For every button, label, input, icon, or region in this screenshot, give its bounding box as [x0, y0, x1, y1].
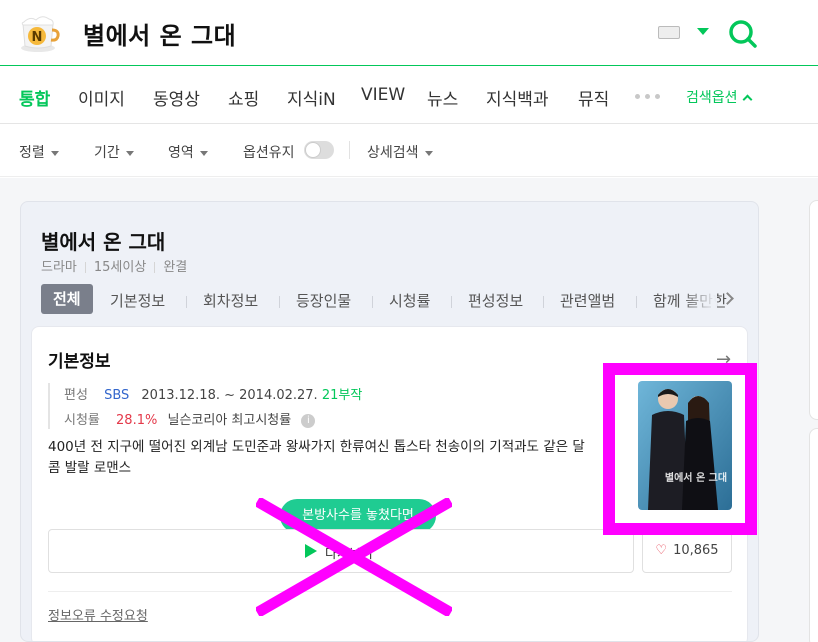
drama-meta: 드라마 15세이상 완결 [41, 256, 187, 275]
subtab-albums[interactable]: 관련앨범 [560, 290, 615, 311]
side-panel [809, 428, 818, 642]
svg-text:N: N [32, 30, 43, 45]
rating-note: 닐슨코리아 최고시청률 [167, 413, 292, 428]
subtab-schedule[interactable]: 편성정보 [468, 290, 523, 311]
search-header: N 별에서 온 그대 [0, 0, 818, 66]
area-dropdown[interactable]: 영역 [168, 142, 208, 162]
drama-title[interactable]: 별에서 온 그대 [41, 226, 165, 255]
tab-encyclopedia[interactable]: 지식백과 [486, 85, 549, 110]
subtab-all[interactable]: 전체 [41, 284, 93, 314]
subtab-cast[interactable]: 등장인물 [296, 290, 351, 311]
advanced-search-label: 상세검색 [367, 145, 419, 161]
search-options-toggle[interactable]: 검색옵션 [686, 87, 752, 107]
episode-count: 21부작 [321, 388, 363, 403]
period-dropdown[interactable]: 기간 [94, 142, 134, 162]
subtab-basic-info[interactable]: 기본정보 [110, 290, 165, 311]
caret-down-icon [125, 150, 134, 156]
sort-label: 정렬 [19, 145, 45, 161]
highlight-box [603, 363, 757, 535]
side-panel [809, 200, 818, 420]
tab-news[interactable]: 뉴스 [427, 85, 458, 110]
subtab-ratings[interactable]: 시청률 [389, 290, 430, 311]
network-link[interactable]: SBS [104, 388, 129, 403]
filter-bar: 정렬 기간 영역 옵션유지 상세검색 [0, 125, 818, 177]
filter-divider [349, 141, 350, 159]
tab-view[interactable]: VIEW [361, 85, 405, 105]
more-tabs-icon[interactable] [635, 94, 660, 99]
meta-status: 완결 [163, 260, 188, 275]
search-query[interactable]: 별에서 온 그대 [83, 16, 236, 51]
broadcast-row: 편성 SBS 2013.12.18. ~ 2014.02.27. 21부작 [64, 384, 362, 403]
meta-age-rating: 15세이상 [93, 260, 147, 275]
tab-shopping[interactable]: 쇼핑 [228, 85, 259, 110]
advanced-search-dropdown[interactable]: 상세검색 [367, 142, 433, 162]
toggle-knob [305, 142, 321, 158]
naver-logo-icon[interactable]: N [16, 10, 60, 54]
cross-mark-icon [256, 498, 452, 616]
rating-value: 28.1% [116, 413, 158, 428]
meta-genre: 드라마 [41, 260, 77, 275]
tab-videos[interactable]: 동영상 [153, 85, 200, 110]
tab-music[interactable]: 뮤직 [578, 85, 609, 110]
info-icon[interactable]: i [301, 413, 316, 428]
subtab-episodes[interactable]: 회차정보 [203, 290, 258, 311]
broadcast-label: 편성 [64, 388, 88, 403]
keep-options-toggle[interactable] [304, 141, 334, 159]
synopsis: 400년 전 지구에 떨어진 외계남 도민준과 왕싸가지 한류여신 톱스타 천송… [48, 439, 585, 476]
like-count: 10,865 [673, 543, 719, 558]
sort-dropdown[interactable]: 정렬 [19, 142, 59, 162]
caret-down-icon [424, 150, 433, 156]
info-left-bar [48, 383, 50, 429]
period-label: 기간 [94, 145, 120, 161]
chevron-up-icon [742, 94, 752, 105]
area-label: 영역 [168, 145, 194, 161]
like-button[interactable]: ♡ 10,865 [642, 529, 732, 573]
caret-down-icon [50, 150, 59, 156]
rating-row: 시청률 28.1% 닐슨코리아 최고시청률 i [64, 409, 316, 428]
broadcast-dates: 2013.12.18. ~ 2014.02.27. [141, 388, 318, 403]
rating-label: 시청률 [64, 413, 100, 428]
tab-images[interactable]: 이미지 [78, 85, 125, 110]
tab-integrated[interactable]: 통합 [19, 85, 50, 110]
basic-info-title: 기본정보 [48, 352, 111, 372]
info-subtabs: 전체 기본정보 회차정보 등장인물 시청률 편성정보 관련앨범 함께 볼만한 [21, 284, 758, 316]
chevron-down-icon[interactable] [697, 28, 709, 35]
search-tabs: 통합 이미지 동영상 쇼핑 지식iN VIEW 뉴스 지식백과 뮤직 검색옵션 [0, 67, 818, 124]
heart-icon: ♡ [655, 543, 668, 558]
caret-down-icon [199, 150, 208, 156]
keep-options-label: 옵션유지 [243, 145, 295, 161]
keyboard-icon[interactable] [658, 26, 680, 39]
tab-kin[interactable]: 지식iN [287, 85, 336, 110]
search-options-label: 검색옵션 [686, 90, 738, 106]
search-icon[interactable] [728, 19, 758, 49]
report-error-link[interactable]: 정보오류 수정요청 [48, 605, 148, 624]
